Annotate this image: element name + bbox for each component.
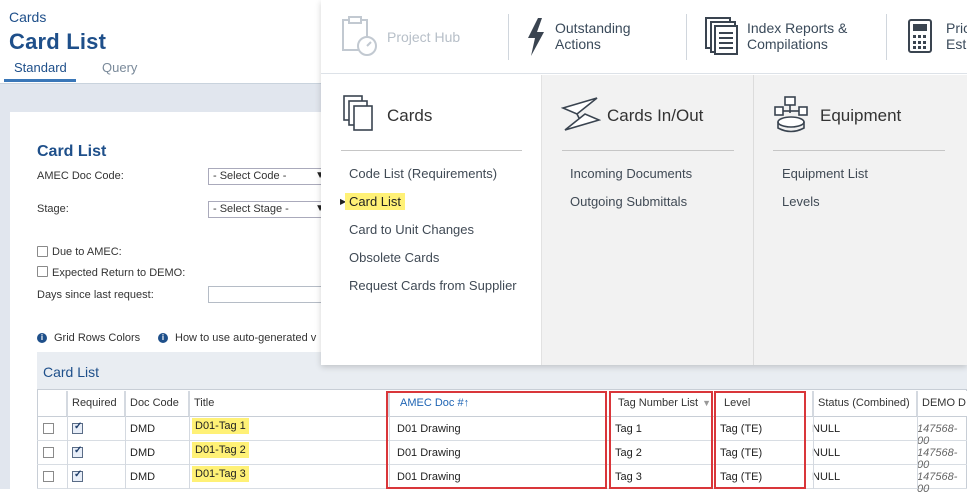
title-cell[interactable]: D01-Tag 3 bbox=[192, 466, 249, 482]
due-to-amec-checkbox[interactable] bbox=[37, 246, 48, 257]
menu-item-card-list[interactable]: Card List bbox=[345, 193, 406, 210]
menu-project-hub[interactable]: Project Hub bbox=[387, 29, 460, 45]
annotation-box-amec-doc bbox=[386, 391, 607, 489]
col-doc-code[interactable]: Doc Code bbox=[125, 391, 189, 416]
menu-item-request-cards[interactable]: Request Cards from Supplier bbox=[349, 278, 517, 293]
report-stack-icon bbox=[704, 16, 740, 61]
menu-separator bbox=[508, 14, 509, 60]
menu-item-obsolete-cards[interactable]: Obsolete Cards bbox=[349, 250, 439, 265]
doc-code-cell: DMD bbox=[130, 423, 156, 435]
stage-select[interactable]: - Select Stage - ▼ bbox=[208, 201, 328, 218]
grid-col-divider bbox=[125, 391, 126, 489]
doc-code-cell: DMD bbox=[130, 447, 156, 459]
doc-code-cell: DMD bbox=[130, 471, 156, 483]
menu-cards-inout-title[interactable]: Cards In/Out bbox=[607, 106, 703, 126]
annotation-box-tag-number bbox=[609, 391, 713, 489]
clipboard-gauge-icon bbox=[339, 16, 379, 63]
row-select-checkbox[interactable] bbox=[43, 423, 54, 434]
row-select-checkbox[interactable] bbox=[43, 471, 54, 482]
menu-outstanding-actions[interactable]: Outstanding Actions bbox=[555, 20, 631, 52]
doc-code-label: AMEC Doc Code: bbox=[37, 170, 124, 182]
grid-col-divider bbox=[189, 391, 190, 489]
menu-item-code-list[interactable]: Code List (Requirements) bbox=[349, 166, 497, 181]
form-title: Card List bbox=[37, 143, 107, 160]
menu-equipment-title[interactable]: Equipment bbox=[820, 106, 901, 126]
active-tab-indicator bbox=[4, 79, 76, 82]
menu-item-incoming-documents[interactable]: Incoming Documents bbox=[570, 166, 692, 181]
menu-item-card-to-unit[interactable]: Card to Unit Changes bbox=[349, 222, 474, 237]
status-cell: NULL bbox=[812, 471, 841, 483]
menu-item-levels[interactable]: Levels bbox=[782, 194, 820, 209]
howto-link[interactable]: i How to use auto-generated v bbox=[158, 332, 316, 344]
menu-top-bar: Project Hub Outstanding Actions Index Re… bbox=[321, 0, 967, 74]
grid-col-divider bbox=[67, 391, 68, 489]
expected-return-checkbox[interactable] bbox=[37, 266, 48, 277]
menu-separator bbox=[886, 14, 887, 60]
grid-title: Card List bbox=[43, 364, 100, 380]
stage-value: - Select Stage - bbox=[213, 203, 289, 215]
howto-text: How to use auto-generated v bbox=[175, 332, 317, 344]
status-cell: NULL bbox=[812, 423, 841, 435]
col-status[interactable]: Status (Combined) bbox=[813, 391, 917, 416]
menu-divider bbox=[773, 150, 945, 151]
menu-separator bbox=[686, 14, 687, 60]
grid-col-divider bbox=[813, 391, 814, 489]
info-icon: i bbox=[158, 333, 168, 343]
menu-divider bbox=[562, 150, 734, 151]
info-icon: i bbox=[37, 333, 47, 343]
calculator-icon bbox=[907, 18, 933, 59]
menu-item-outgoing-submittals[interactable]: Outgoing Submittals bbox=[570, 194, 687, 209]
expected-return-label: Expected Return to DEMO: bbox=[52, 267, 186, 279]
days-since-input[interactable] bbox=[208, 286, 328, 303]
tab-query[interactable]: Query bbox=[102, 60, 137, 75]
grid-col-divider bbox=[917, 391, 918, 489]
stage-label: Stage: bbox=[37, 203, 69, 215]
annotation-box-level bbox=[714, 391, 806, 489]
days-since-label: Days since last request: bbox=[37, 289, 154, 301]
row-select-checkbox[interactable] bbox=[43, 447, 54, 458]
demo-cell: 147568-00 bbox=[917, 471, 958, 495]
col-required[interactable]: Required bbox=[67, 391, 125, 416]
menu-divider bbox=[341, 150, 522, 151]
equipment-icon bbox=[773, 95, 811, 138]
page-title: Card List bbox=[9, 29, 107, 54]
doc-code-select[interactable]: - Select Code - ▼ bbox=[208, 168, 328, 185]
title-cell[interactable]: D01-Tag 2 bbox=[192, 442, 249, 458]
cards-icon bbox=[342, 94, 376, 139]
col-demo[interactable]: DEMO D bbox=[917, 391, 967, 416]
grid-rows-colors-text: Grid Rows Colors bbox=[54, 332, 141, 344]
required-checkbox[interactable] bbox=[72, 445, 83, 458]
menu-index-reports[interactable]: Index Reports & Compilations bbox=[747, 20, 847, 52]
menu-cards-title[interactable]: Cards bbox=[387, 106, 432, 126]
breadcrumb[interactable]: Cards bbox=[9, 9, 46, 25]
col-select bbox=[38, 391, 67, 416]
menu-price-estimate[interactable]: PricEsti bbox=[946, 20, 967, 52]
tab-standard[interactable]: Standard bbox=[14, 60, 67, 75]
required-checkbox[interactable] bbox=[72, 421, 83, 434]
status-cell: NULL bbox=[812, 447, 841, 459]
required-checkbox[interactable] bbox=[72, 469, 83, 482]
due-to-amec-label: Due to AMEC: bbox=[52, 246, 122, 258]
menu-item-equipment-list[interactable]: Equipment List bbox=[782, 166, 868, 181]
title-cell[interactable]: D01-Tag 1 bbox=[192, 418, 249, 434]
mega-menu: Project Hub Outstanding Actions Index Re… bbox=[321, 0, 967, 365]
paper-planes-icon bbox=[560, 96, 602, 137]
grid-rows-colors-link[interactable]: i Grid Rows Colors bbox=[37, 332, 140, 344]
lightning-icon bbox=[526, 18, 546, 61]
doc-code-value: - Select Code - bbox=[213, 170, 287, 182]
col-title[interactable]: Title bbox=[189, 391, 389, 416]
